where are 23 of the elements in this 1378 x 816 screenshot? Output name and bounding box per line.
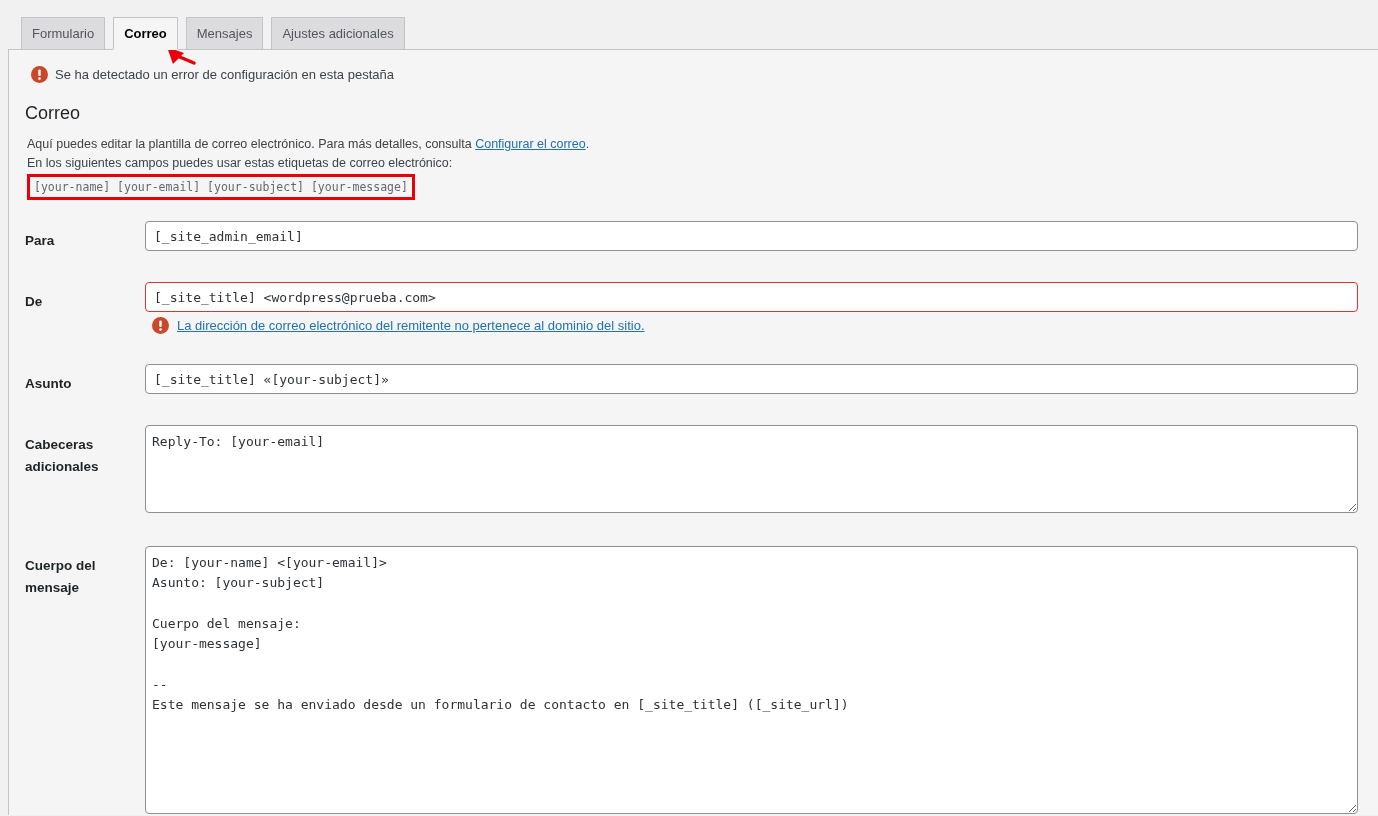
description-text: Aquí puedes editar la plantilla de correo electrónico. Para más detalles, consulta Configurar el correo.	[27, 136, 591, 152]
text-area[interactable]: Reply-To: [your-email]	[145, 425, 1358, 513]
mail-tags: [your-name] [your-email] [your-subject] [your-message]	[27, 174, 415, 200]
field-label: Asunto	[25, 375, 73, 393]
tab[interactable]: Formulario	[21, 17, 106, 50]
message-body-area[interactable]: De: [your-name] <[your-email]> Asunto: [your-subject] Cuerpo del mensaje: [your-message] -- Este mensaje se ha enviado desde un formulario de contacto en [_site_title] ([_site_url])	[145, 546, 1358, 814]
error-message-link[interactable]: La dirección de correo electrónico del remitente no pertenece al dominio del sitio.	[177, 318, 645, 333]
tags-intro: En los siguientes campos puedes usar estas etiquetas de correo electrónico:	[27, 155, 454, 171]
section-title: Correo	[25, 103, 82, 124]
error-icon	[31, 66, 48, 83]
tab[interactable]: Correo	[113, 17, 178, 50]
input-field[interactable]: [_site_title] «[your-subject]»	[145, 364, 1358, 394]
tab[interactable]: Ajustes adicionales	[271, 17, 405, 50]
input-field[interactable]: [_site_title] <wordpress@prueba.com>	[145, 282, 1358, 312]
field-label: De	[25, 293, 44, 311]
error-icon	[152, 317, 169, 334]
input-field[interactable]: [_site_admin_email]	[145, 221, 1358, 251]
field-label: Para	[25, 232, 56, 250]
tab[interactable]: Mensajes	[185, 17, 264, 50]
error-notice: Se ha detectado un error de configuración en esta pestaña	[55, 67, 394, 82]
field-label: Cabeceras adicionales	[25, 436, 100, 476]
settings-link[interactable]: Configurar el correo	[475, 137, 586, 151]
field-label: Cuerpo del mensaje	[25, 557, 97, 597]
